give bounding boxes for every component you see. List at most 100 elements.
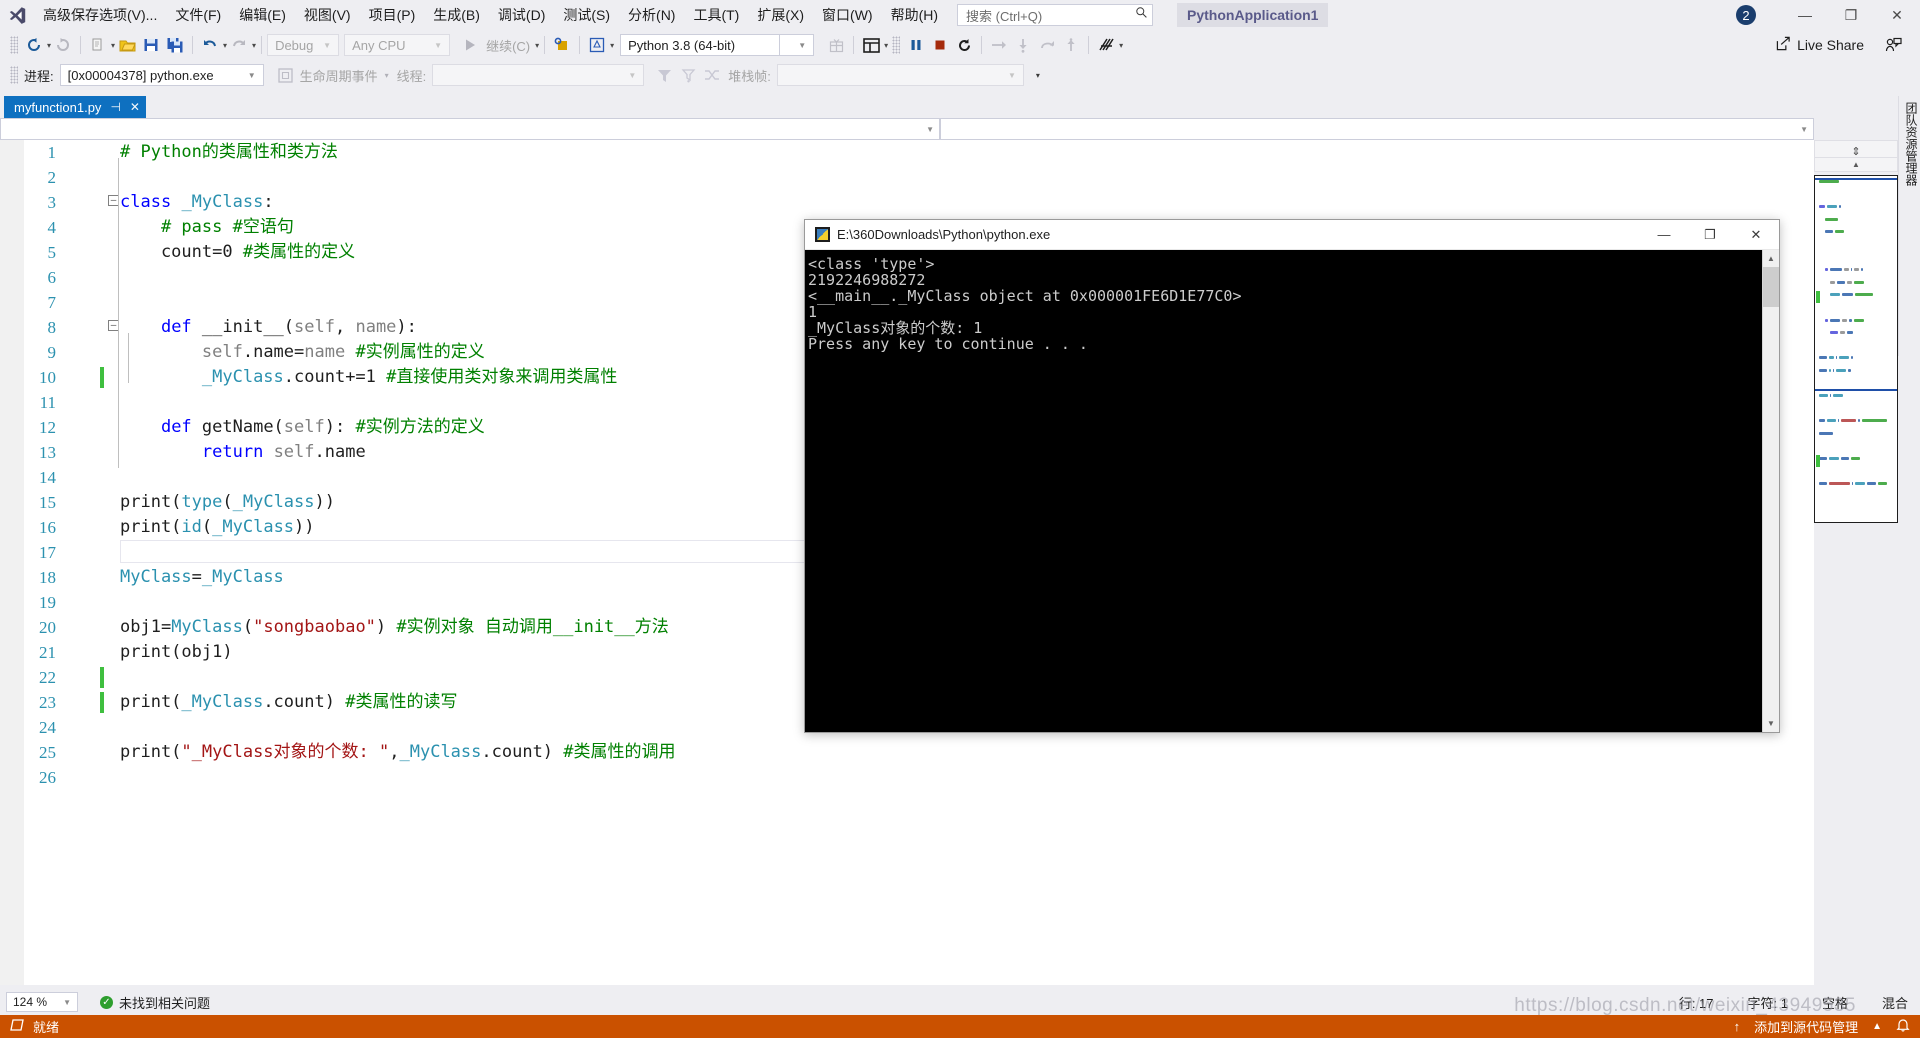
close-tab-icon[interactable]: ✕ (130, 100, 140, 114)
thread-combo[interactable]: ▼ (432, 64, 645, 86)
threads-dropdown-icon[interactable]: ▾ (1119, 41, 1123, 50)
python-environments-icon[interactable] (585, 33, 609, 57)
editor-minimap[interactable] (1814, 175, 1898, 523)
filter-clear-icon[interactable] (676, 63, 700, 87)
scrollbar-thumb[interactable] (1763, 267, 1779, 307)
undo-icon[interactable] (198, 33, 222, 57)
code-line[interactable]: 26 (0, 765, 1814, 790)
zoom-level-combo[interactable]: 124 % ▼ (6, 992, 78, 1012)
navbar-scope-combo[interactable]: ▼ (940, 118, 1814, 140)
step-out-curve-icon[interactable] (1035, 33, 1059, 57)
code-text: def __init__(self, name): (160, 317, 417, 337)
lifecycle-label[interactable]: 生命周期事件 (300, 66, 378, 85)
menu-build[interactable]: 生成(B) (424, 1, 489, 29)
code-line[interactable]: 1 # Python的类属性和类方法 (0, 140, 1814, 165)
save-all-icon[interactable] (163, 33, 187, 57)
solution-platform-combo[interactable]: Any CPU ▼ (344, 34, 451, 56)
solution-configuration-combo[interactable]: Debug ▼ (267, 34, 340, 56)
continue-play-icon[interactable] (458, 33, 482, 57)
close-button[interactable]: ✕ (1874, 0, 1920, 30)
toolbar-grip[interactable] (10, 36, 18, 54)
package-icon[interactable] (824, 33, 848, 57)
env-dropdown-icon[interactable]: ▾ (610, 41, 614, 50)
notifications-bell-icon[interactable] (1896, 1018, 1910, 1035)
pin-tab-icon[interactable]: ⊣ (110, 100, 120, 114)
menu-debug[interactable]: 调试(D) (489, 1, 554, 29)
layout-dropdown-icon[interactable]: ▾ (884, 41, 888, 50)
menu-project[interactable]: 项目(P) (360, 1, 425, 29)
share-feedback-icon[interactable] (1885, 30, 1902, 60)
window-layout-icon[interactable] (859, 33, 883, 57)
new-file-icon[interactable] (86, 33, 110, 57)
code-line[interactable]: 2 (0, 165, 1814, 190)
search-input[interactable]: 搜索 (Ctrl+Q) (957, 4, 1154, 26)
code-text: print(type(_MyClass)) (120, 492, 335, 512)
menu-tools[interactable]: 工具(T) (684, 1, 748, 29)
filter-threads-icon[interactable] (652, 63, 676, 87)
expand-icon[interactable]: ▲ (1872, 1021, 1882, 1032)
menu-help[interactable]: 帮助(H) (882, 1, 947, 29)
code-line[interactable]: 3– class _MyClass: (0, 190, 1814, 215)
console-close-button[interactable]: ✕ (1733, 220, 1779, 250)
scroll-down-icon[interactable]: ▼ (1763, 715, 1779, 732)
step-over-icon[interactable] (987, 33, 1011, 57)
python-console-window[interactable]: E:\360Downloads\Python\python.exe — ❐ ✕ … (804, 219, 1780, 733)
navigate-forward-icon[interactable] (51, 33, 75, 57)
console-minimize-button[interactable]: — (1641, 220, 1687, 250)
upload-arrow-icon[interactable]: ↑ (1734, 1019, 1741, 1034)
debug-toolbar-grip[interactable] (10, 66, 18, 84)
team-explorer-vertical-tab[interactable]: 团队资源管理器 (1898, 96, 1920, 356)
visual-studio-logo-icon (0, 0, 34, 30)
line-ending-indicator[interactable]: 混合 (1882, 993, 1908, 1012)
process-combo[interactable]: [0x00004378] python.exe ▼ (59, 64, 264, 86)
code-line[interactable]: 25 print("_MyClass对象的个数: ",_MyClass.count… (0, 740, 1814, 765)
save-icon[interactable] (139, 33, 163, 57)
minimap-scroll-up[interactable]: ▲ (1814, 158, 1898, 172)
notification-badge[interactable]: 2 (1736, 5, 1756, 25)
tab-myfunction1-py[interactable]: myfunction1.py ⊣ ✕ (4, 96, 146, 118)
lifecycle-dropdown-icon[interactable]: ▾ (385, 71, 389, 80)
console-title-bar[interactable]: E:\360Downloads\Python\python.exe — ❐ ✕ (805, 220, 1779, 250)
console-maximize-button[interactable]: ❐ (1687, 220, 1733, 250)
live-share-button[interactable]: Live Share (1776, 30, 1864, 60)
shuffle-icon[interactable] (700, 63, 724, 87)
minimize-button[interactable]: — (1782, 0, 1828, 30)
stop-icon[interactable] (928, 33, 952, 57)
navbar-members-combo[interactable]: ▼ (0, 118, 940, 140)
stackframe-combo[interactable]: ▼ (776, 64, 1024, 86)
redo-icon[interactable] (227, 33, 251, 57)
minimap-splitter[interactable]: ⇕ (1814, 140, 1898, 158)
restart-icon[interactable] (952, 33, 976, 57)
toolbar-separator (80, 36, 82, 54)
python-interpreter-combo[interactable]: Python 3.8 (64-bit) (620, 34, 781, 56)
console-scrollbar[interactable]: ▲ ▼ (1762, 250, 1779, 732)
threads-icon[interactable] (1094, 33, 1118, 57)
indent-indicator[interactable]: 空格 (1822, 993, 1848, 1012)
continue-label[interactable]: 继续(C) (482, 36, 534, 55)
pause-icon[interactable] (904, 33, 928, 57)
menu-advanced-save[interactable]: 高级保存选项(V)... (34, 1, 166, 29)
step-into-icon[interactable] (1011, 33, 1035, 57)
lifecycle-events-icon[interactable] (274, 63, 298, 87)
scroll-up-icon[interactable]: ▲ (1763, 250, 1779, 267)
navigate-backward-icon[interactable] (22, 33, 46, 57)
debug-toolbar-overflow-icon[interactable]: ▾ (1036, 71, 1040, 80)
step-out-icon[interactable] (1059, 33, 1083, 57)
redo-dropdown-icon[interactable]: ▾ (252, 41, 256, 50)
menu-view[interactable]: 视图(V) (295, 1, 360, 29)
open-file-icon[interactable] (115, 33, 139, 57)
minimap-viewport[interactable] (1815, 178, 1897, 391)
menu-test[interactable]: 测试(S) (554, 1, 619, 29)
interpreter-dropdown[interactable]: ▼ (780, 34, 815, 56)
source-control-label[interactable]: 添加到源代码管理 (1754, 1017, 1858, 1036)
menu-window[interactable]: 窗口(W) (813, 1, 882, 29)
restore-button[interactable]: ❐ (1828, 0, 1874, 30)
toolbar-grip-2[interactable] (892, 36, 901, 54)
menu-analyze[interactable]: 分析(N) (619, 1, 684, 29)
minimap-line (1827, 419, 1836, 423)
menu-extensions[interactable]: 扩展(X) (748, 1, 813, 29)
continue-dropdown-icon[interactable]: ▾ (535, 41, 539, 50)
menu-edit[interactable]: 编辑(E) (230, 1, 295, 29)
attach-process-icon[interactable] (550, 33, 574, 57)
menu-file[interactable]: 文件(F) (166, 1, 230, 29)
